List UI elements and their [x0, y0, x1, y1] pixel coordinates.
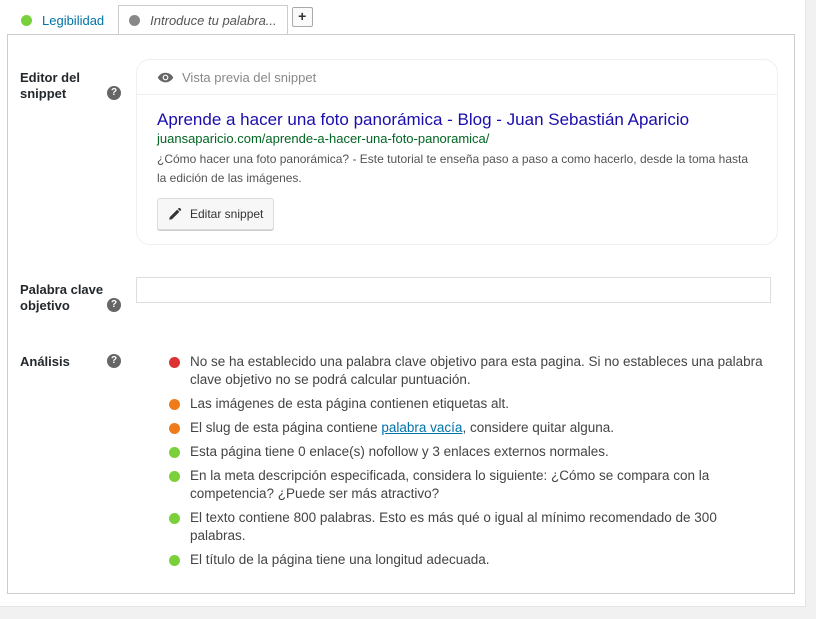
- snippet-preview-header-label: Vista previa del snippet: [182, 69, 317, 85]
- analysis-item-text: En la meta descripción especificada, con…: [190, 468, 710, 501]
- analysis-help-icon[interactable]: ?: [107, 354, 121, 368]
- analysis-list: No se ha establecido una palabra clave o…: [168, 353, 768, 575]
- eye-icon: [157, 72, 174, 82]
- analysis-item-text-before: El slug de esta página contiene: [190, 420, 382, 435]
- status-green-icon: [169, 447, 180, 458]
- analysis-item: Las imágenes de esta página contienen et…: [168, 395, 768, 413]
- metabox: Legibilidad Introduce tu palabra... + Ed…: [0, 0, 806, 607]
- analysis-item-text-after: , considere quitar alguna.: [462, 420, 615, 435]
- readability-status-dot: [21, 15, 32, 26]
- snippet-preview-box: Vista previa del snippet Aprende a hacer…: [136, 59, 778, 245]
- analysis-item: En la meta descripción especificada, con…: [168, 467, 768, 503]
- status-orange-icon: [169, 423, 180, 434]
- status-orange-icon: [169, 399, 180, 410]
- analysis-item-text: El texto contiene 800 palabras. Esto es …: [190, 510, 717, 543]
- analysis-item-text: El título de la página tiene una longitu…: [190, 552, 490, 567]
- analysis-item: El slug de esta página contiene palabra …: [168, 419, 768, 437]
- snippet-preview-header[interactable]: Vista previa del snippet: [137, 60, 777, 95]
- status-red-icon: [169, 357, 180, 368]
- add-keyword-tab-button[interactable]: +: [291, 7, 313, 27]
- pencil-icon: [169, 207, 182, 220]
- analysis-item-text: No se ha establecido una palabra clave o…: [190, 354, 763, 387]
- snippet-editor-label: Editor del snippet: [20, 70, 80, 101]
- edit-snippet-label: Editar snippet: [190, 207, 264, 221]
- analysis-item: No se ha establecido una palabra clave o…: [168, 353, 768, 389]
- analysis-item-text: Las imágenes de esta página contienen et…: [190, 396, 509, 411]
- analysis-label: Análisis: [20, 354, 70, 369]
- analysis-item-text: Esta página tiene 0 enlace(s) nofollow y…: [190, 444, 609, 459]
- analysis-item: El texto contiene 800 palabras. Esto es …: [168, 509, 768, 545]
- snippet-description[interactable]: ¿Cómo hacer una foto panorámica? - Este …: [157, 150, 757, 188]
- status-green-icon: [169, 471, 180, 482]
- snippet-title[interactable]: Aprende a hacer una foto panorámica - Bl…: [157, 110, 689, 130]
- focus-keyword-help-icon[interactable]: ?: [107, 298, 121, 312]
- stopword-link[interactable]: palabra vacía: [381, 420, 462, 435]
- status-green-icon: [169, 513, 180, 524]
- tab-bar: Legibilidad Introduce tu palabra... +: [8, 5, 313, 35]
- analysis-item: Esta página tiene 0 enlace(s) nofollow y…: [168, 443, 768, 461]
- tab-readability-label: Legibilidad: [42, 13, 105, 28]
- keyword-status-dot: [129, 15, 141, 26]
- edit-snippet-button[interactable]: Editar snippet: [157, 198, 275, 230]
- snippet-url[interactable]: juansaparicio.com/aprende-a-hacer-una-fo…: [157, 131, 489, 146]
- snippet-help-icon[interactable]: ?: [107, 86, 121, 100]
- tab-readability[interactable]: Legibilidad: [8, 5, 115, 35]
- status-green-icon: [169, 555, 180, 566]
- tab-keyword[interactable]: Introduce tu palabra...: [118, 5, 288, 35]
- focus-keyword-input[interactable]: [136, 277, 771, 303]
- tab-keyword-label: Introduce tu palabra...: [150, 13, 277, 28]
- focus-keyword-label: Palabra clave objetivo: [20, 282, 104, 313]
- seo-panel: Editor del snippet ? Vista previa del sn…: [7, 34, 795, 594]
- analysis-item: El título de la página tiene una longitu…: [168, 551, 768, 569]
